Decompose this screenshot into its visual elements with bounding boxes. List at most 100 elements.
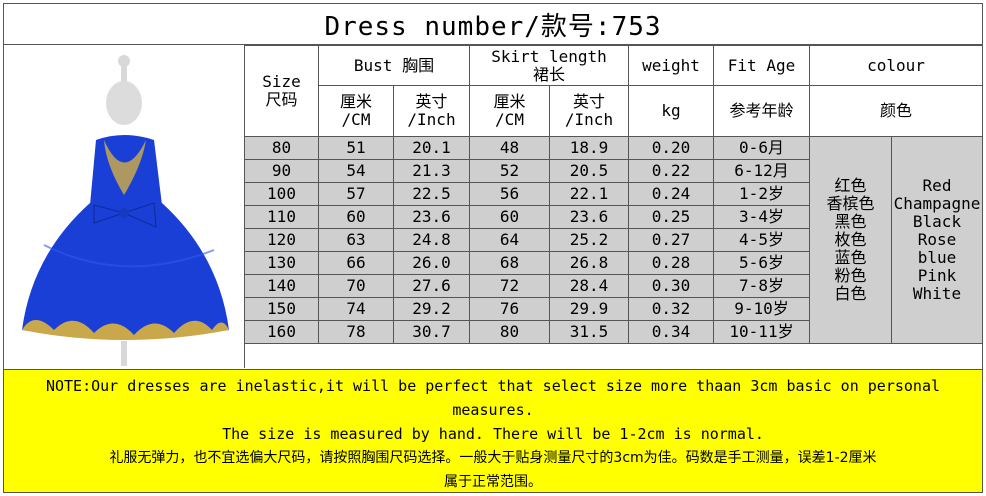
length-inch-header: 英寸 /Inch: [549, 85, 629, 137]
note-line-cn: 属于正常范围。: [444, 474, 542, 490]
age-cell: 10-11岁: [713, 320, 810, 344]
page-title: Dress number/款号:753: [4, 4, 982, 45]
colour-en-item: Red: [922, 176, 952, 195]
length-inch-cell: 18.9: [549, 136, 629, 160]
length-cm-cell: 76: [469, 297, 550, 321]
fit-age-header: Fit Age: [713, 45, 810, 86]
bust-inch-cell: 30.7: [393, 320, 470, 344]
bust-cm-cell: 66: [318, 251, 394, 275]
size-cell: 110: [244, 205, 319, 229]
length-inch-header-en: /Inch: [564, 110, 614, 129]
length-inch-cell: 22.1: [549, 182, 629, 206]
size-cell: 80: [244, 136, 319, 160]
bust-cm-cell: 51: [318, 136, 394, 160]
colour-cn-item: 红色: [834, 176, 867, 195]
size-cell: 160: [244, 320, 319, 344]
bust-inch-cell: 20.1: [393, 136, 470, 160]
dress-illustration: [22, 55, 229, 366]
length-inch-cell: 25.2: [549, 228, 629, 252]
weight-cell: 0.30: [628, 274, 714, 298]
colour-list-cn: 红色 香槟色 黑色 枚色 蓝色 粉色 白色: [809, 136, 892, 344]
bust-cm-cell: 63: [318, 228, 394, 252]
weight-cell: 0.20: [628, 136, 714, 160]
note-line: The size is measured by hand. There will…: [222, 425, 764, 443]
dress-photo: [4, 45, 245, 368]
age-cell: 1-2岁: [713, 182, 810, 206]
skirt-length-header: Skirt length 裙长: [469, 45, 629, 86]
age-cell: 6-12月: [713, 159, 810, 183]
bust-inch-header-en: /Inch: [407, 110, 456, 129]
skirt-length-header-en: Skirt length: [491, 46, 607, 66]
bust-cm-cell: 70: [318, 274, 394, 298]
size-cell: 90: [244, 159, 319, 183]
colour-header: colour: [809, 45, 983, 86]
colour-en-item: Champagne: [893, 194, 981, 213]
colour-cn-header: 颜色: [809, 85, 983, 137]
table-row: 80 51 20.1 48 18.9 0.20 0-6月 红色 香槟色 黑色 枚…: [244, 136, 983, 344]
length-cm-cell: 64: [469, 228, 550, 252]
colour-en-item: Rose: [917, 230, 957, 249]
length-cm-header-en: /CM: [495, 110, 524, 129]
length-cm-header: 厘米 /CM: [469, 85, 550, 137]
bust-inch-cell: 26.0: [393, 251, 470, 275]
age-cell: 0-6月: [713, 136, 810, 160]
bust-cm-cell: 78: [318, 320, 394, 344]
weight-cell: 0.24: [628, 182, 714, 206]
note-line: measures.: [452, 401, 534, 419]
bust-cm-header-en: /CM: [341, 110, 371, 129]
length-inch-cell: 28.4: [549, 274, 629, 298]
bust-cm-header-cn: 厘米: [339, 92, 372, 111]
length-inch-cell: 23.6: [549, 205, 629, 229]
bust-inch-header: 英寸 /Inch: [393, 85, 470, 137]
colour-en-item: Black: [912, 212, 962, 231]
size-table: Size 尺码 Bust 胸围 Skirt length 裙长 weight F…: [244, 45, 983, 344]
colour-en-item: Pink: [917, 266, 957, 285]
weight-header: weight: [628, 45, 714, 86]
note-line-cn: 礼服无弹力，也不宜选偏大尺码，请按照胸围尺码选择。一般大于贴身测量尺寸的3cm为…: [109, 450, 877, 466]
age-cell: 4-5岁: [713, 228, 810, 252]
weight-cell: 0.28: [628, 251, 714, 275]
length-cm-cell: 72: [469, 274, 550, 298]
bust-cm-header: 厘米 /CM: [318, 85, 394, 137]
size-cell: 150: [244, 297, 319, 321]
bust-inch-cell: 22.5: [393, 182, 470, 206]
bust-inch-cell: 29.2: [393, 297, 470, 321]
bust-inch-header-cn: 英寸: [415, 92, 448, 111]
length-cm-cell: 52: [469, 159, 550, 183]
bust-inch-cell: 23.6: [393, 205, 470, 229]
bust-inch-cell: 27.6: [393, 274, 470, 298]
note-line: NOTE:Our dresses are inelastic,it will b…: [45, 377, 941, 395]
weight-cell: 0.22: [628, 159, 714, 183]
weight-cell: 0.32: [628, 297, 714, 321]
weight-cell: 0.34: [628, 320, 714, 344]
size-cell: 130: [244, 251, 319, 275]
skirt-length-header-cn: 裙长: [532, 64, 565, 84]
weight-cell: 0.25: [628, 205, 714, 229]
size-header: Size 尺码: [244, 45, 319, 137]
bust-inch-cell: 21.3: [393, 159, 470, 183]
colour-list-en: Red Champagne Black Rose blue Pink White: [891, 136, 983, 344]
length-cm-header-cn: 厘米: [493, 92, 526, 111]
length-cm-cell: 48: [469, 136, 550, 160]
length-inch-cell: 26.8: [549, 251, 629, 275]
bust-header: Bust 胸围: [318, 45, 470, 86]
colour-cn-item: 粉色: [834, 266, 867, 285]
length-inch-cell: 20.5: [549, 159, 629, 183]
bust-inch-cell: 24.8: [393, 228, 470, 252]
length-inch-cell: 29.9: [549, 297, 629, 321]
colour-cn-item: 蓝色: [834, 248, 867, 267]
length-inch-cell: 31.5: [549, 320, 629, 344]
colour-cn-item: 枚色: [834, 230, 867, 249]
size-header-en: Size: [262, 72, 301, 91]
size-cell: 140: [244, 274, 319, 298]
length-cm-cell: 80: [469, 320, 550, 344]
age-cell: 9-10岁: [713, 297, 810, 321]
size-header-cn: 尺码: [265, 90, 298, 109]
bust-cm-cell: 54: [318, 159, 394, 183]
size-cell: 100: [244, 182, 319, 206]
kg-header: kg: [628, 85, 714, 137]
size-note: NOTE:Our dresses are inelastic,it will b…: [4, 369, 982, 492]
length-cm-cell: 56: [469, 182, 550, 206]
length-cm-cell: 68: [469, 251, 550, 275]
length-inch-header-cn: 英寸: [572, 92, 605, 111]
